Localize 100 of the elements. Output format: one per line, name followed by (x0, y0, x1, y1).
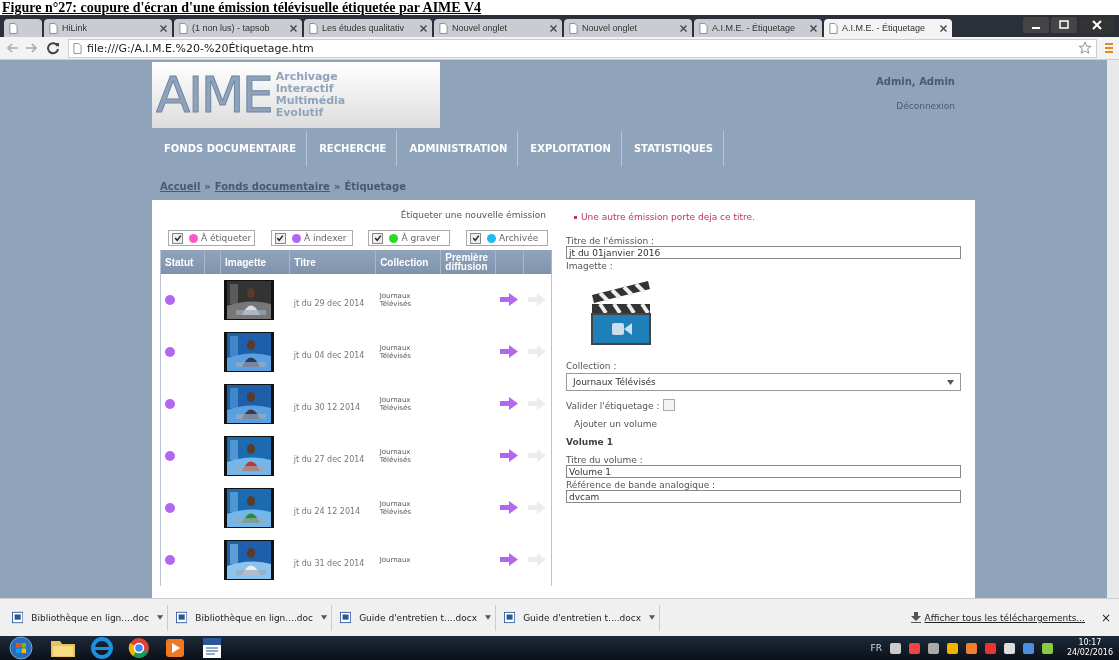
clock[interactable]: 10:17 24/02/2016 (1066, 638, 1113, 658)
field-label: Référence de bande analogique : (566, 480, 716, 490)
title-cell: jt du 29 dec 2014 (293, 298, 365, 308)
arrow-right-icon[interactable] (499, 552, 518, 566)
status-filter[interactable]: Archivée (466, 230, 548, 246)
close-icon[interactable] (940, 24, 947, 32)
field-label: Titre du volume : (566, 455, 643, 465)
arrow-right-icon[interactable] (499, 448, 518, 462)
document-icon (176, 611, 188, 624)
download-item[interactable]: Guide d'entretien t....docx (500, 604, 660, 631)
status-filter[interactable]: À étiqueter (168, 230, 256, 246)
error-message: Une autre émission porte deja ce titre. (581, 212, 755, 222)
breadcrumb-separator: » (204, 180, 211, 192)
volume-title-input[interactable]: Volume 1 (566, 465, 961, 478)
browser-tab[interactable]: Les études qualitativ (304, 19, 432, 37)
close-icon[interactable] (1079, 17, 1115, 33)
close-icon[interactable] (290, 24, 297, 32)
arrow-right-icon[interactable] (499, 396, 518, 410)
checkbox[interactable] (274, 232, 286, 244)
title-cell: jt du 24 12 2014 (293, 506, 361, 516)
field-label: Titre de l'émission : (566, 236, 655, 246)
star-icon[interactable] (1078, 41, 1092, 55)
title-input[interactable]: jt du 01janvier 2016 (566, 246, 961, 259)
dropdown-caret-icon[interactable] (156, 615, 163, 620)
column-header: Imagette (225, 256, 267, 268)
browser-tab[interactable]: A.I.M.E. - Étiquetage (824, 19, 952, 37)
field-label: Valider l'étiquetage : (566, 401, 660, 411)
status-filter[interactable]: À indexer (270, 230, 353, 246)
title-cell: jt du 27 dec 2014 (293, 454, 365, 464)
status-filter[interactable]: À graver (368, 230, 451, 246)
document-icon (340, 611, 352, 624)
tray-icon[interactable] (1022, 642, 1034, 654)
volume-heading: Volume 1 (566, 437, 614, 447)
reload-icon[interactable] (46, 41, 60, 55)
field-label: Collection : (566, 361, 617, 371)
close-icon[interactable]: × (1100, 610, 1111, 625)
close-icon[interactable] (160, 24, 167, 32)
word-document-icon[interactable] (200, 637, 224, 659)
dropdown-caret-icon[interactable] (320, 615, 327, 620)
reference-input[interactable]: dvcam (566, 490, 961, 503)
tray-icon[interactable] (927, 642, 939, 654)
add-volume-link[interactable]: Ajouter un volume (574, 419, 658, 429)
page-icon (569, 22, 578, 34)
breadcrumb-current: Étiquetage (344, 180, 406, 192)
scrollbar[interactable] (1107, 60, 1119, 598)
page-icon (73, 42, 82, 54)
download-item[interactable]: Bibliothèque en lign....doc (8, 604, 168, 631)
tray-icon[interactable] (965, 642, 977, 654)
close-icon[interactable] (420, 24, 427, 32)
collection-select[interactable]: Journaux Télévisés (566, 373, 961, 391)
list-title: Étiqueter une nouvelle émission (399, 208, 547, 222)
page-icon (439, 22, 448, 34)
arrow-right-icon[interactable] (499, 344, 518, 358)
title-cell: jt du 30 12 2014 (293, 402, 361, 412)
minimize-icon[interactable] (1023, 17, 1049, 33)
checkbox[interactable] (470, 232, 481, 244)
tray-icon[interactable] (946, 642, 958, 654)
download-item[interactable]: Guide d'entretien t....docx (336, 604, 496, 631)
close-icon[interactable] (550, 24, 557, 32)
arrow-right-icon[interactable] (499, 292, 518, 306)
browser-tab[interactable]: (1 non lus) - tapsob (174, 19, 302, 37)
tray-icon[interactable] (1041, 642, 1053, 654)
page-icon (9, 22, 18, 34)
checkbox[interactable] (172, 232, 183, 244)
field-label: Imagette : (566, 261, 613, 271)
document-icon (12, 611, 24, 624)
browser-icon[interactable] (128, 637, 150, 659)
address-field[interactable]: file:///G:/A.I.M.E.%20-%20Étiquetage.htm (68, 38, 1097, 58)
checkbox[interactable] (372, 232, 384, 244)
arrow-right-icon[interactable] (499, 500, 518, 514)
bullet-icon (574, 215, 577, 219)
column-header: Collection (380, 256, 429, 268)
breadcrumb-separator: » (333, 180, 341, 192)
dropdown-caret-icon[interactable] (485, 615, 491, 620)
title-cell: jt du 31 dec 2014 (293, 558, 365, 568)
tray-icon[interactable] (889, 642, 901, 654)
page-icon (309, 22, 318, 34)
start-button[interactable] (6, 636, 36, 660)
close-icon[interactable] (810, 24, 817, 32)
checkbox[interactable] (663, 399, 676, 411)
document-icon (504, 611, 516, 624)
browser-tab[interactable]: Nouvel onglet (434, 19, 562, 37)
folder-icon[interactable] (50, 638, 76, 658)
column-header: Première diffusion (445, 252, 489, 272)
browser-tab[interactable]: HiLink (44, 19, 172, 37)
close-icon[interactable] (680, 24, 687, 32)
title-cell: jt du 04 dec 2014 (293, 350, 365, 360)
page-icon (179, 22, 188, 34)
media-player-icon[interactable] (164, 637, 186, 659)
browser-tab[interactable]: A.I.M.E. - Étiquetage (694, 19, 822, 37)
download-icon (910, 612, 921, 623)
page-icon (49, 22, 58, 34)
show-all-downloads-link[interactable]: Afficher tous les téléchargements... (924, 612, 1085, 623)
page-icon (699, 22, 708, 34)
language-indicator[interactable]: FR (870, 643, 882, 653)
tray-icon[interactable] (1003, 642, 1015, 654)
maximize-icon[interactable] (1051, 17, 1077, 33)
browser-tab[interactable]: Nouvel onglet (564, 19, 692, 37)
dropdown-caret-icon[interactable] (649, 615, 655, 620)
download-item[interactable]: Bibliothèque en lign....doc (172, 604, 332, 631)
